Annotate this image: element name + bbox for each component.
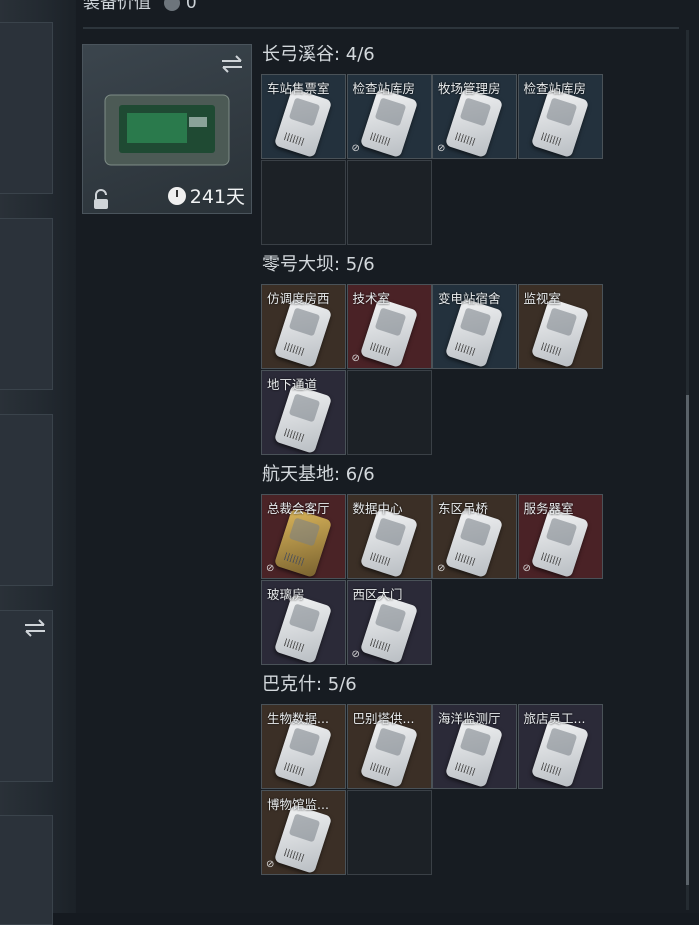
section-title: 巴克什: 5/6 xyxy=(262,674,357,695)
keycard-label: 车站售票室 xyxy=(267,81,330,96)
keycard-label: 地下通道 xyxy=(267,376,318,392)
keycard-slot[interactable]: 东区吊桥 ⊘ xyxy=(432,494,517,579)
no-drop-icon: ⊘ xyxy=(266,563,275,574)
no-drop-icon: ⊘ xyxy=(351,648,360,660)
keycard-image xyxy=(359,717,418,788)
keycard-image xyxy=(359,87,418,158)
keycard-image xyxy=(273,383,333,454)
keycard-image xyxy=(444,297,504,368)
keycard-slot[interactable]: 技术室 ⊘ xyxy=(346,284,432,369)
no-drop-icon: ⊘ xyxy=(351,143,360,154)
empty-keycard-slot[interactable] xyxy=(346,159,432,245)
equipment-value: 0 xyxy=(185,0,197,13)
keycard-image xyxy=(359,507,418,578)
keycard-label: 总裁会客厅 xyxy=(267,501,330,516)
key-case-image xyxy=(104,94,230,166)
swap-arrows-icon[interactable] xyxy=(219,53,245,75)
keycard-slot[interactable]: 玻璃房 xyxy=(261,579,346,665)
left-equipment-rail xyxy=(0,0,76,925)
keycard-slot[interactable]: 数据中心 xyxy=(346,494,432,579)
keycard-image xyxy=(530,297,589,368)
keycard-slot[interactable]: 总裁会客厅 ⊘ xyxy=(261,494,346,579)
keycard-image xyxy=(273,593,333,664)
keycard-label: 博物馆监... xyxy=(267,796,329,812)
keycard-image xyxy=(444,507,504,578)
keycard-label: 检查站库房 xyxy=(523,81,587,96)
keycard-slot[interactable]: 服务器室 ⊘ xyxy=(517,494,603,579)
keycard-slot[interactable]: 海洋监测厅 xyxy=(432,704,517,789)
empty-keycard-slot[interactable] xyxy=(346,369,432,455)
empty-keycard-slot[interactable] xyxy=(261,159,346,245)
keycard-image xyxy=(273,717,333,788)
duration-days: 241天 xyxy=(189,186,245,208)
keycard-image xyxy=(273,803,333,874)
keycard-label: 检查站库房 xyxy=(352,81,416,96)
keycard-image xyxy=(530,717,589,788)
section-title: 航天基地: 6/6 xyxy=(262,464,375,485)
keycard-slot[interactable]: 监视室 xyxy=(517,284,603,369)
clock-icon xyxy=(167,186,186,205)
keycard-label: 仿调度房西 xyxy=(267,291,330,306)
keycard-image xyxy=(273,297,333,368)
no-drop-icon: ⊘ xyxy=(266,858,275,870)
swap-arrows-icon[interactable] xyxy=(22,617,48,639)
empty-keycard-slot[interactable] xyxy=(346,789,432,875)
keycard-label: 监视室 xyxy=(523,291,562,306)
equipment-value-label: 装备价值 xyxy=(83,0,151,13)
keycard-label: 变电站宿舍 xyxy=(438,291,501,306)
no-drop-icon: ⊘ xyxy=(437,143,446,154)
keycard-slot[interactable]: 巴别塔供... xyxy=(346,704,432,789)
equipment-slot-1[interactable] xyxy=(0,22,53,194)
keycard-slot[interactable]: 牧场管理房 ⊘ xyxy=(432,74,517,159)
keycard-image xyxy=(530,87,589,158)
keycard-image xyxy=(273,87,333,158)
keycard-label: 数据中心 xyxy=(352,501,403,516)
keycard-slot[interactable]: 博物馆监... ⊘ xyxy=(261,789,346,875)
keycard-label: 东区吊桥 xyxy=(438,501,489,516)
keycard-image xyxy=(273,507,333,578)
keycard-label: 玻璃房 xyxy=(267,586,305,602)
info-icon[interactable] xyxy=(164,0,181,11)
keycard-slot[interactable]: 仿调度房西 xyxy=(261,284,346,369)
keycard-slot[interactable]: 地下通道 xyxy=(261,369,346,455)
keycard-slot[interactable]: 西区大门 ⊘ xyxy=(346,579,432,665)
key-container-card[interactable]: 241天 xyxy=(82,44,252,214)
no-drop-icon: ⊘ xyxy=(351,353,360,364)
keycard-label: 生物数据... xyxy=(267,711,329,726)
unlock-icon[interactable] xyxy=(91,189,111,211)
keycard-image xyxy=(530,507,589,578)
keycard-image xyxy=(444,717,504,788)
keycard-image xyxy=(359,593,418,664)
keycard-slot[interactable]: 旅店员工... xyxy=(517,704,603,789)
duration-display: 241天 xyxy=(167,182,245,209)
keycard-image xyxy=(444,87,504,158)
keycard-slot[interactable]: 检查站库房 xyxy=(517,74,603,159)
keycard-label: 技术室 xyxy=(352,291,391,306)
keycard-label: 海洋监测厅 xyxy=(438,711,501,726)
section-title: 长弓溪谷: 4/6 xyxy=(262,44,375,65)
no-drop-icon: ⊘ xyxy=(437,563,446,574)
keycard-slot[interactable]: 变电站宿舍 xyxy=(432,284,517,369)
header-divider xyxy=(83,27,679,29)
equipment-slot-5[interactable] xyxy=(0,815,53,925)
keycard-slot[interactable]: 检查站库房 ⊘ xyxy=(346,74,432,159)
equipment-slot-3[interactable] xyxy=(0,414,53,586)
section-title: 零号大坝: 5/6 xyxy=(262,254,375,275)
keycard-label: 旅店员工... xyxy=(523,711,586,726)
equipment-slot-4[interactable] xyxy=(0,610,53,782)
keycard-slot[interactable]: 车站售票室 xyxy=(261,74,346,159)
equipment-value-header: 装备价值 0 xyxy=(83,0,197,13)
keycard-label: 牧场管理房 xyxy=(438,81,501,96)
keycard-label: 西区大门 xyxy=(352,586,403,602)
keycard-label: 服务器室 xyxy=(523,501,574,516)
keycard-slot[interactable]: 生物数据... xyxy=(261,704,346,789)
scrollbar-thumb[interactable] xyxy=(686,395,689,885)
keycard-label: 巴别塔供... xyxy=(352,711,415,726)
equipment-slot-2[interactable] xyxy=(0,218,53,390)
no-drop-icon: ⊘ xyxy=(522,563,531,574)
keycard-image xyxy=(359,297,418,368)
